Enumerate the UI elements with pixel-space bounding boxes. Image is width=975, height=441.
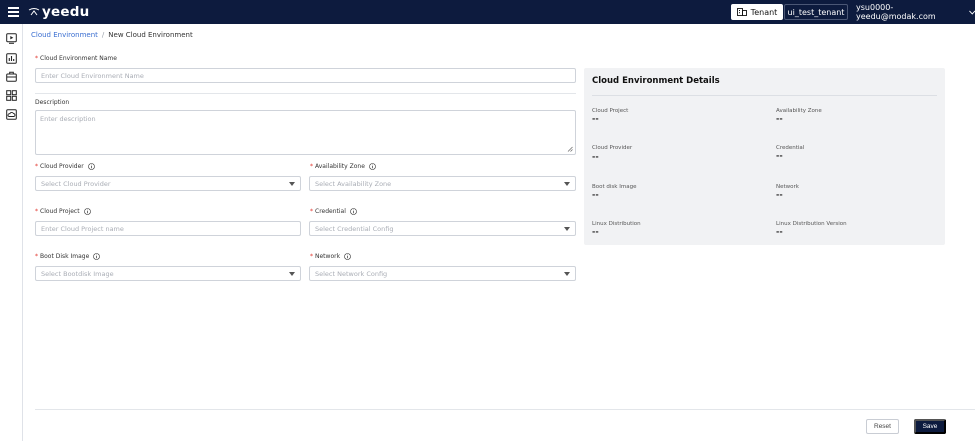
reset-button[interactable]: Reset <box>866 419 899 434</box>
network-label: * Network <box>310 253 351 260</box>
network-placeholder: Select Network Config <box>315 269 388 278</box>
detail-value: -- <box>592 114 599 123</box>
required-mark: * <box>310 208 313 215</box>
required-mark: * <box>35 208 38 215</box>
cluster-grid-icon[interactable] <box>6 90 17 101</box>
detail-label: Cloud Provider <box>592 145 633 151</box>
detail-value: -- <box>776 114 783 123</box>
building-icon <box>736 8 747 16</box>
required-mark: * <box>310 253 313 260</box>
info-icon[interactable] <box>87 163 95 170</box>
detail-value: -- <box>776 227 783 236</box>
user-menu[interactable]: ysu0000-yeedu@modak.com <box>856 3 975 21</box>
dropdown-caret-icon <box>289 272 295 276</box>
details-divider <box>592 95 937 96</box>
info-icon[interactable] <box>350 208 357 215</box>
dropdown-caret-icon <box>564 272 570 276</box>
section-divider <box>35 93 576 94</box>
breadcrumb-separator: / <box>101 31 105 39</box>
breadcrumb: Cloud Environment / New Cloud Environmen… <box>31 31 193 39</box>
description-textarea[interactable]: Enter description <box>35 110 576 155</box>
top-header: yeedu Tenant ui_test_tenant ysu0000-yeed… <box>0 0 975 24</box>
boot-disk-image-select[interactable]: Select Bootdisk Image <box>35 266 301 281</box>
tenant-button-label: Tenant <box>750 7 778 17</box>
info-icon[interactable] <box>93 253 101 260</box>
dropdown-caret-icon <box>564 227 570 231</box>
availability-zone-placeholder: Select Availability Zone <box>315 179 392 188</box>
cloud-environment-name-input[interactable]: Enter Cloud Environment Name <box>35 68 576 83</box>
network-select[interactable]: Select Network Config <box>309 266 576 281</box>
details-title: Cloud Environment Details <box>592 76 720 86</box>
detail-label: Boot disk Image <box>592 184 637 190</box>
cloud-project-input[interactable]: Enter Cloud Project name <box>35 221 301 236</box>
cloud-project-placeholder: Enter Cloud Project name <box>41 224 124 233</box>
credential-label: * Credential <box>310 208 357 215</box>
boot-disk-image-placeholder: Select Bootdisk Image <box>41 269 114 278</box>
detail-value: -- <box>776 190 783 199</box>
app-name: yeedu <box>42 4 90 20</box>
description-placeholder: Enter description <box>40 115 96 123</box>
user-email: ysu0000-yeedu@modak.com <box>856 3 936 21</box>
dropdown-caret-icon <box>289 182 295 186</box>
availability-zone-label-text: Availability Zone <box>315 163 365 170</box>
resize-handle-icon[interactable] <box>567 146 573 152</box>
required-mark: * <box>35 253 38 260</box>
briefcase-icon[interactable] <box>6 71 17 82</box>
detail-label: Linux Distribution <box>592 221 641 227</box>
cloud-provider-placeholder: Select Cloud Provider <box>41 179 111 188</box>
name-label-text: Cloud Environment Name <box>40 55 117 62</box>
cloud-provider-label: * Cloud Provider <box>35 163 95 170</box>
name-label: * Cloud Environment Name <box>35 55 117 62</box>
detail-value: -- <box>592 190 599 199</box>
description-label-text: Description <box>35 99 70 106</box>
yeedu-logo-icon <box>28 8 40 16</box>
description-label: Description <box>35 99 69 106</box>
credential-select[interactable]: Select Credential Config <box>309 221 576 236</box>
info-icon[interactable] <box>369 163 376 170</box>
detail-value: -- <box>592 152 599 161</box>
boot-disk-image-label: * Boot Disk Image <box>35 253 101 260</box>
chart-icon[interactable] <box>6 53 17 64</box>
availability-zone-select[interactable]: Select Availability Zone <box>309 176 576 191</box>
cloud-environment-details-panel: Cloud Environment Details Cloud Project … <box>584 68 945 245</box>
save-button[interactable]: Save <box>914 419 946 434</box>
tenant-button[interactable]: Tenant <box>731 4 783 20</box>
app-logo[interactable]: yeedu <box>28 3 89 21</box>
info-icon[interactable] <box>344 253 351 260</box>
availability-zone-label: * Availability Zone <box>310 163 376 170</box>
detail-value: -- <box>776 151 783 160</box>
side-rail <box>0 24 23 441</box>
breadcrumb-current: New Cloud Environment <box>108 31 193 39</box>
footer-divider <box>35 409 975 410</box>
cloud-environment-icon[interactable] <box>6 109 17 120</box>
required-mark: * <box>35 55 38 62</box>
required-mark: * <box>310 163 313 170</box>
dropdown-caret-icon <box>564 182 570 186</box>
cloud-project-label-text: Cloud Project <box>40 208 80 215</box>
cloud-provider-select[interactable]: Select Cloud Provider <box>35 176 301 191</box>
detail-label: Availability Zone <box>776 108 822 114</box>
chevron-down-icon <box>968 10 975 15</box>
cloud-provider-label-text: Cloud Provider <box>40 163 84 170</box>
detail-value: -- <box>592 227 599 236</box>
network-label-text: Network <box>315 253 341 260</box>
detail-label: Linux Distribution Version <box>776 221 847 227</box>
tenant-name-badge[interactable]: ui_test_tenant <box>784 4 848 20</box>
credential-label-text: Credential <box>315 208 346 215</box>
info-icon[interactable] <box>83 208 91 215</box>
name-placeholder: Enter Cloud Environment Name <box>41 71 144 80</box>
cloud-project-label: * Cloud Project <box>35 208 91 215</box>
boot-disk-image-label-text: Boot Disk Image <box>40 253 90 260</box>
required-mark: * <box>35 163 38 170</box>
credential-placeholder: Select Credential Config <box>315 224 394 233</box>
hamburger-menu-icon[interactable] <box>8 7 19 17</box>
breadcrumb-cloud-environment-link[interactable]: Cloud Environment <box>31 31 98 39</box>
monitor-play-icon[interactable] <box>6 33 17 44</box>
